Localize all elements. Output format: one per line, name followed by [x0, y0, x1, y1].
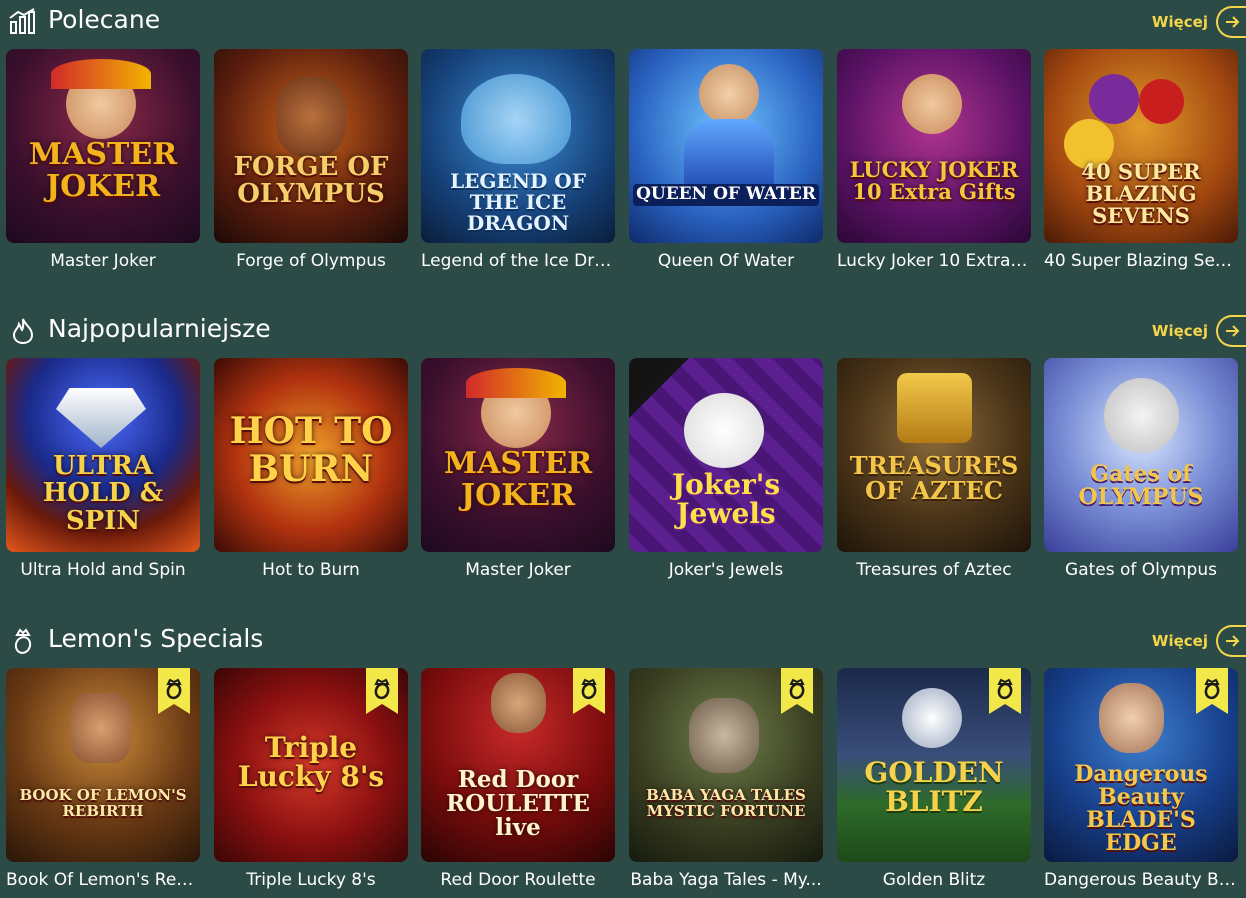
game-thumbnail[interactable]: HOT TO BURN: [214, 358, 408, 552]
section-title: Polecane: [48, 5, 161, 34]
game-art-title: HOT TO BURN: [229, 410, 393, 490]
more-label: Więcej: [1151, 13, 1208, 31]
game-thumbnail[interactable]: TREASURES OF AZTEC: [837, 358, 1031, 552]
game-art-title: Joker's Jewels: [671, 468, 781, 531]
game-name: Ultra Hold and Spin: [20, 560, 186, 580]
game-thumbnail[interactable]: BOOK OF LEMON'S REBIRTH: [6, 668, 200, 862]
more-button[interactable]: Więcej: [1152, 6, 1246, 38]
game-name: Book Of Lemon's Reb...: [6, 870, 200, 890]
game-art-title: ULTRA HOLD & SPIN: [42, 451, 164, 536]
game-art-title: TREASURES OF AZTEC: [849, 451, 1019, 506]
lemon-badge-icon: [366, 668, 398, 714]
game-name: Forge of Olympus: [236, 251, 386, 271]
games-row: MASTER JOKER Master Joker FORGE OF OLYMP…: [6, 49, 1246, 279]
game-name: 40 Super Blazing Sev...: [1044, 251, 1238, 271]
game-thumbnail[interactable]: Red Door ROULETTE live: [421, 668, 615, 862]
game-card[interactable]: GOLDEN BLITZ Golden Blitz: [837, 668, 1031, 890]
game-thumbnail[interactable]: FORGE OF OLYMPUS: [214, 49, 408, 243]
chart-bars-icon: [9, 8, 35, 34]
game-name: Hot to Burn: [262, 560, 360, 580]
game-name: Triple Lucky 8's: [246, 870, 376, 890]
game-art-title: LUCKY JOKER 10 Extra Gifts: [849, 157, 1019, 205]
game-name: Treasures of Aztec: [856, 560, 1012, 580]
game-card[interactable]: Red Door ROULETTE live Red Door Roulette: [421, 668, 615, 890]
more-label: Więcej: [1151, 322, 1208, 340]
game-thumbnail[interactable]: Dangerous Beauty BLADE'S EDGE: [1044, 668, 1238, 862]
game-art-title: Red Door ROULETTE live: [446, 766, 590, 842]
game-card[interactable]: HOT TO BURN Hot to Burn: [214, 358, 408, 580]
lemon-badge-icon: [1196, 668, 1228, 714]
lemon-badge-icon: [158, 668, 190, 714]
game-name: Legend of the Ice Dra...: [421, 251, 615, 271]
game-card[interactable]: Joker's Jewels Joker's Jewels: [629, 358, 823, 580]
game-card[interactable]: TREASURES OF AZTEC Treasures of Aztec: [837, 358, 1031, 580]
game-art-title: LEGEND OF THE ICE DRAGON: [450, 169, 586, 235]
arrow-right-icon: [1216, 625, 1246, 657]
game-thumbnail[interactable]: LEGEND OF THE ICE DRAGON: [421, 49, 615, 243]
game-name: Master Joker: [465, 560, 571, 580]
game-card[interactable]: 40 SUPER BLAZING SEVENS 40 Super Blazing…: [1044, 49, 1238, 271]
game-card[interactable]: ULTRA HOLD & SPIN Ultra Hold and Spin: [6, 358, 200, 580]
game-art-title: Gates of OLYMPUS: [1078, 461, 1204, 511]
game-art-title: Dangerous Beauty BLADE'S EDGE: [1074, 761, 1208, 857]
game-name: Golden Blitz: [882, 870, 986, 890]
game-card[interactable]: LUCKY JOKER 10 Extra Gifts Lucky Joker 1…: [837, 49, 1031, 271]
game-name: Baba Yaga Tales - My...: [630, 870, 822, 890]
game-thumbnail[interactable]: ULTRA HOLD & SPIN: [6, 358, 200, 552]
game-art-title: 40 SUPER BLAZING SEVENS: [1081, 159, 1201, 229]
game-name: Red Door Roulette: [440, 870, 596, 890]
game-thumbnail[interactable]: MASTER JOKER: [6, 49, 200, 243]
game-art-title: MASTER JOKER: [443, 446, 593, 513]
game-card[interactable]: LEGEND OF THE ICE DRAGON Legend of the I…: [421, 49, 615, 271]
game-name: Dangerous Beauty Bl...: [1044, 870, 1238, 890]
game-art-title: BABA YAGA TALES MYSTIC FORTUNE: [646, 786, 806, 820]
arrow-right-icon: [1216, 6, 1246, 38]
game-name: Queen Of Water: [657, 251, 795, 271]
game-name: Lucky Joker 10 Extra ...: [837, 251, 1031, 271]
more-button[interactable]: Więcej: [1152, 315, 1246, 347]
game-thumbnail[interactable]: Gates of OLYMPUS: [1044, 358, 1238, 552]
game-card[interactable]: QUEEN OF WATER Queen Of Water: [629, 49, 823, 271]
game-card[interactable]: BOOK OF LEMON'S REBIRTH Book Of Lemon's …: [6, 668, 200, 890]
game-card[interactable]: Gates of OLYMPUS Gates of Olympus: [1044, 358, 1238, 580]
game-art-title: BOOK OF LEMON'S REBIRTH: [19, 786, 187, 820]
lemon-badge-icon: [573, 668, 605, 714]
section-header: Polecane Więcej: [0, 0, 1246, 44]
more-label: Więcej: [1151, 632, 1208, 650]
more-button[interactable]: Więcej: [1152, 625, 1246, 657]
game-art-title: Triple Lucky 8's: [237, 731, 385, 794]
lemon-crown-icon: [14, 628, 32, 654]
game-thumbnail[interactable]: 40 SUPER BLAZING SEVENS: [1044, 49, 1238, 243]
game-art-title: FORGE OF OLYMPUS: [233, 152, 389, 210]
game-card[interactable]: Dangerous Beauty BLADE'S EDGE Dangerous …: [1044, 668, 1238, 890]
game-art-title: GOLDEN BLITZ: [864, 756, 1004, 819]
game-art-title: QUEEN OF WATER: [633, 184, 819, 206]
game-thumbnail[interactable]: BABA YAGA TALES MYSTIC FORTUNE: [629, 668, 823, 862]
game-thumbnail[interactable]: MASTER JOKER: [421, 358, 615, 552]
game-thumbnail[interactable]: LUCKY JOKER 10 Extra Gifts: [837, 49, 1031, 243]
section-header: Lemon's Specials Więcej: [0, 619, 1246, 663]
games-row: BOOK OF LEMON'S REBIRTH Book Of Lemon's …: [6, 668, 1246, 898]
game-card[interactable]: MASTER JOKER Master Joker: [6, 49, 200, 271]
game-card[interactable]: MASTER JOKER Master Joker: [421, 358, 615, 580]
game-thumbnail[interactable]: GOLDEN BLITZ: [837, 668, 1031, 862]
section-title: Najpopularniejsze: [48, 314, 271, 343]
arrow-right-icon: [1216, 315, 1246, 347]
game-card[interactable]: BABA YAGA TALES MYSTIC FORTUNE Baba Yaga…: [629, 668, 823, 890]
game-card[interactable]: Triple Lucky 8's Triple Lucky 8's: [214, 668, 408, 890]
game-art-title: MASTER JOKER: [28, 137, 178, 204]
game-thumbnail[interactable]: Joker's Jewels: [629, 358, 823, 552]
lemon-badge-icon: [781, 668, 813, 714]
section-header: Najpopularniejsze Więcej: [0, 309, 1246, 353]
game-thumbnail[interactable]: QUEEN OF WATER: [629, 49, 823, 243]
flame-icon: [12, 318, 34, 345]
game-card[interactable]: FORGE OF OLYMPUS Forge of Olympus: [214, 49, 408, 271]
games-row: ULTRA HOLD & SPIN Ultra Hold and Spin HO…: [6, 358, 1246, 588]
game-name: Master Joker: [50, 251, 156, 271]
lemon-badge-icon: [989, 668, 1021, 714]
section-title: Lemon's Specials: [48, 624, 264, 653]
game-thumbnail[interactable]: Triple Lucky 8's: [214, 668, 408, 862]
game-name: Joker's Jewels: [668, 560, 784, 580]
game-name: Gates of Olympus: [1065, 560, 1217, 580]
